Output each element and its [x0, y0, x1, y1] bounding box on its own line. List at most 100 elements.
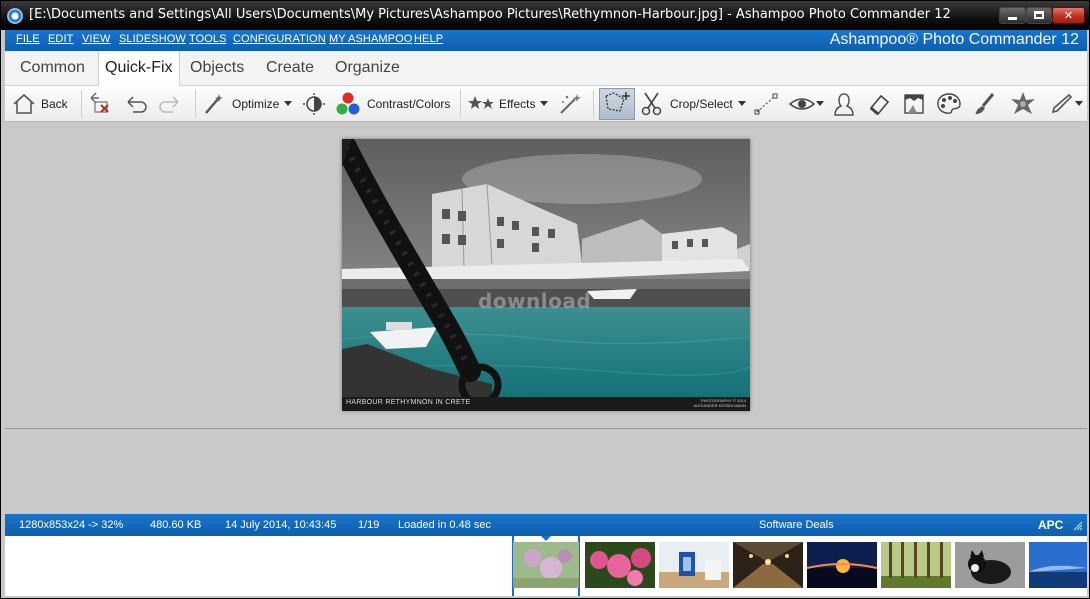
- photo-caption-bar: HARBOUR RETHYMNON IN CRETE PHOTOGRAPHY ©…: [342, 397, 750, 411]
- image-canvas[interactable]: download HARBOUR RETHYMNON IN CRETE PHOT…: [5, 122, 1087, 429]
- title-bar[interactable]: [E:\Documents and Settings\All Users\Doc…: [1, 1, 1089, 30]
- eye-icon: [789, 97, 815, 110]
- menu-tools[interactable]: TOOLS: [189, 33, 227, 45]
- maximize-button[interactable]: [1026, 7, 1052, 24]
- menu-edit[interactable]: EDIT: [48, 33, 73, 45]
- close-button[interactable]: ✕: [1052, 7, 1085, 24]
- brightness-button[interactable]: [302, 86, 326, 121]
- menu-configuration[interactable]: CONFIGURATION: [233, 33, 326, 45]
- status-bar: 1280x853x24 -> 32% 480.60 KB 14 July 201…: [5, 514, 1087, 536]
- watermark-text: download: [478, 289, 592, 313]
- delete-icon: [90, 92, 109, 113]
- toolbar-divider: [460, 90, 461, 118]
- software-deals-link[interactable]: Software Deals: [759, 519, 834, 531]
- eraser-icon: [869, 94, 890, 115]
- app-logo-icon[interactable]: [7, 8, 23, 24]
- close-icon: ✕: [1063, 9, 1074, 22]
- frame-button[interactable]: [902, 86, 926, 121]
- brand-name: Ashampoo® Photo Commander 12: [829, 31, 1079, 48]
- frame-icon: [904, 93, 924, 114]
- tab-quick-fix[interactable]: Quick-Fix: [98, 51, 180, 87]
- undo-button[interactable]: [121, 86, 149, 121]
- thumbnail-image: [733, 542, 803, 588]
- minimize-button[interactable]: [999, 7, 1026, 24]
- filmstrip: [5, 536, 1087, 596]
- thumbnail-pink-flowers[interactable]: [585, 542, 655, 588]
- status-dimensions: 1280x853x24 -> 32%: [19, 519, 124, 531]
- thumbnail-image: [955, 542, 1025, 588]
- thumbnail-image: [1029, 542, 1087, 588]
- blur-star-icon: [1011, 91, 1035, 114]
- crop-select-button[interactable]: Crop/Select: [640, 86, 746, 121]
- redo-button[interactable]: [157, 86, 185, 121]
- portrait-button[interactable]: [831, 86, 857, 121]
- canvas-lower-area[interactable]: [5, 430, 1087, 514]
- palette-button[interactable]: [936, 86, 962, 121]
- optimize-wand-icon: [205, 93, 223, 114]
- photo-credit-line: ALEXANDER KESSELMANN: [693, 403, 746, 408]
- blur-button[interactable]: [1009, 86, 1037, 121]
- thumbnail-street[interactable]: [733, 542, 803, 588]
- tab-organize[interactable]: Organize: [335, 59, 400, 77]
- line-tool-button[interactable]: [754, 86, 778, 121]
- thumbnail-image: [513, 542, 579, 588]
- undo-icon: [127, 95, 147, 113]
- thumbnail-lantern[interactable]: [659, 542, 729, 588]
- delete-button[interactable]: [87, 86, 113, 121]
- eraser-button[interactable]: [867, 86, 891, 121]
- contrast-colors-button[interactable]: Contrast/Colors: [335, 86, 450, 121]
- quick-fix-toolbar: Back Optimize Contrast/Colors Effects Cr…: [5, 86, 1087, 122]
- portrait-icon: [834, 92, 854, 116]
- chevron-down-icon: [737, 101, 746, 106]
- pen-button[interactable]: [1049, 86, 1083, 121]
- menu-my-ashampoo[interactable]: MY ASHAMPOO: [329, 33, 412, 45]
- brightness-icon: [303, 92, 325, 115]
- optimize-button[interactable]: Optimize: [202, 86, 293, 121]
- red-eye-button[interactable]: [789, 86, 824, 121]
- crop-select-label: Crop/Select: [670, 96, 733, 111]
- menu-bar: FILE EDIT VIEW SLIDESHOW TOOLS CONFIGURA…: [5, 30, 1087, 51]
- back-button[interactable]: Back: [11, 86, 68, 121]
- brush-button[interactable]: [973, 86, 997, 121]
- thumbnail-sky[interactable]: [1029, 542, 1087, 588]
- status-loadtime: Loaded in 0.48 sec: [398, 519, 491, 531]
- photo-caption: HARBOUR RETHYMNON IN CRETE: [346, 399, 471, 406]
- menu-view[interactable]: VIEW: [82, 33, 111, 45]
- chevron-down-icon: [540, 101, 549, 106]
- sparkle-brush-button[interactable]: [557, 86, 585, 121]
- resize-grip-icon[interactable]: [1073, 521, 1083, 531]
- back-icon: [13, 93, 35, 114]
- toolbar-divider: [593, 90, 594, 118]
- selected-indicator-icon: [541, 536, 551, 541]
- scissors-icon: [641, 92, 662, 115]
- main-photo[interactable]: download HARBOUR RETHYMNON IN CRETE PHOT…: [342, 139, 750, 411]
- toolbar-divider: [195, 90, 196, 118]
- menu-file[interactable]: FILE: [16, 33, 40, 45]
- crop-select-icon: [605, 92, 630, 112]
- tab-common[interactable]: Common: [20, 59, 85, 77]
- app-window: [E:\Documents and Settings\All Users\Doc…: [0, 0, 1090, 599]
- chevron-down-icon: [816, 101, 824, 106]
- color-dots-icon: [336, 92, 360, 114]
- minimize-icon: [1008, 17, 1017, 20]
- tab-create[interactable]: Create: [266, 59, 314, 77]
- menu-help[interactable]: HELP: [414, 33, 443, 45]
- status-position: 1/19: [358, 519, 380, 531]
- crop-select-active-button[interactable]: [599, 88, 635, 120]
- apc-label[interactable]: APC: [1038, 518, 1063, 532]
- thumbnail-image: [807, 542, 877, 588]
- thumbnail-flowers-selected[interactable]: [513, 542, 579, 588]
- effects-button[interactable]: Effects: [468, 86, 549, 121]
- thumbnail-cat[interactable]: [955, 542, 1025, 588]
- line-tool-icon: [754, 93, 778, 114]
- effects-stars-icon: [468, 95, 494, 109]
- chevron-down-icon: [1075, 101, 1083, 106]
- thumbnail-forest[interactable]: [881, 542, 951, 588]
- window-title: [E:\Documents and Settings\All Users\Doc…: [29, 7, 951, 22]
- thumbnail-image: [585, 542, 655, 588]
- menu-slideshow[interactable]: SLIDESHOW: [119, 33, 186, 45]
- brush-icon: [975, 92, 995, 114]
- thumbnail-sunset[interactable]: [807, 542, 877, 588]
- ribbon-tabs: Common Quick-Fix Objects Create Organize: [5, 51, 1087, 87]
- tab-objects[interactable]: Objects: [190, 59, 244, 77]
